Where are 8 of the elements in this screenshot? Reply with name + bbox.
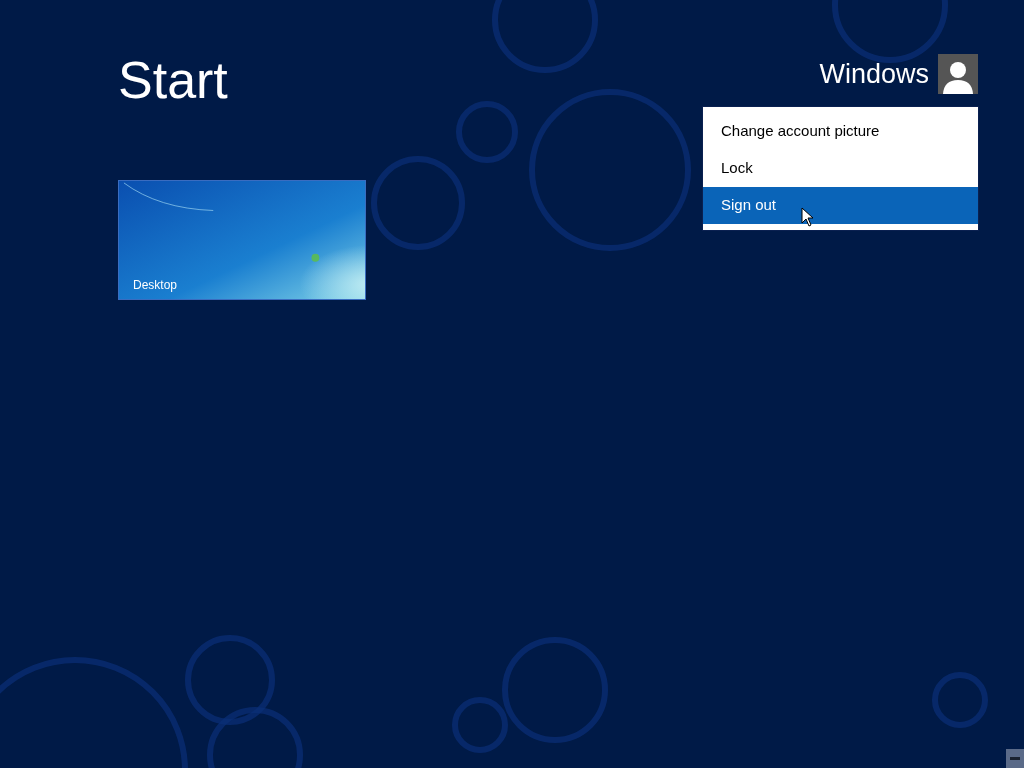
desktop-tile[interactable]: Desktop — [118, 180, 366, 300]
account-button[interactable]: Windows — [819, 54, 978, 95]
screen-title: Start — [118, 50, 228, 110]
tile-label: Desktop — [133, 277, 178, 294]
mouse-cursor-icon — [801, 207, 814, 227]
menu-item[interactable]: Sign out — [703, 187, 978, 224]
zoom-out-button[interactable] — [1006, 749, 1024, 768]
minus-icon — [1010, 757, 1020, 760]
